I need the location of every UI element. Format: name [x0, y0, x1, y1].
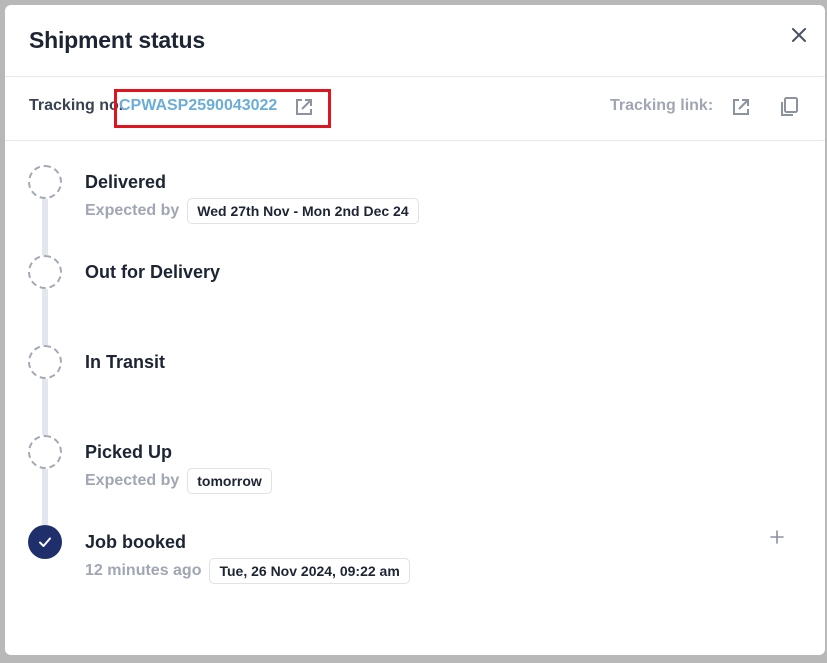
step-title: Out for Delivery: [85, 262, 221, 282]
timeline-step-in-transit: In Transit: [5, 345, 825, 435]
step-title: Picked Up: [85, 442, 173, 462]
timeline-step-job-booked: Job booked 12 minutes ago Tue, 26 Nov 20…: [5, 525, 825, 615]
timeline-connector: [42, 199, 48, 255]
tracking-number-link[interactable]: CPWASP2590043022: [119, 97, 277, 115]
step-subline: 12 minutes ago Tue, 26 Nov 2024, 09:22 a…: [85, 557, 410, 585]
external-link-icon: [296, 99, 312, 115]
pending-step-icon: [28, 345, 62, 379]
tracking-number-open-button[interactable]: [293, 96, 315, 118]
pending-step-icon: [28, 435, 62, 469]
tracking-link-open-button[interactable]: [730, 96, 752, 118]
shipment-status-modal: Shipment status Tracking no. CPWASP25900…: [5, 5, 825, 655]
step-sub-label: Expected by: [85, 472, 180, 489]
check-icon: [39, 537, 51, 547]
step-date-chip: Tue, 26 Nov 2024, 09:22 am: [209, 558, 410, 584]
close-button[interactable]: [787, 23, 811, 47]
step-date-chip: Wed 27th Nov - Mon 2nd Dec 24: [187, 198, 419, 224]
pending-step-icon: [28, 165, 62, 199]
step-subline: Expected by tomorrow: [85, 467, 272, 495]
timeline-step-picked-up: Picked Up Expected by tomorrow: [5, 435, 825, 525]
tracking-link-label: Tracking link:: [610, 97, 714, 114]
completed-step-icon: [28, 525, 62, 559]
close-icon: [792, 28, 806, 42]
add-event-button[interactable]: [767, 527, 787, 547]
step-title: Job booked: [85, 532, 187, 552]
tracking-bar: Tracking no. CPWASP2590043022 Tracking l…: [5, 77, 825, 141]
timeline-step-out-for-delivery: Out for Delivery: [5, 255, 825, 345]
step-subline: Expected by Wed 27th Nov - Mon 2nd Dec 2…: [85, 197, 419, 225]
modal-title: Shipment status: [29, 27, 205, 53]
copy-icon: [781, 97, 798, 116]
timeline-connector: [42, 469, 48, 525]
step-title: Delivered: [85, 172, 167, 192]
step-sub-label: Expected by: [85, 202, 180, 219]
modal-header: Shipment status: [5, 5, 825, 77]
external-link-icon: [733, 99, 749, 115]
timeline-connector: [42, 289, 48, 345]
timeline-step-delivered: Delivered Expected by Wed 27th Nov - Mon…: [5, 165, 825, 255]
step-sub-label: 12 minutes ago: [85, 562, 202, 579]
step-date-chip: tomorrow: [187, 468, 272, 494]
plus-icon: [770, 530, 784, 544]
pending-step-icon: [28, 255, 62, 289]
tracking-link-copy-button[interactable]: [778, 96, 800, 118]
timeline-connector: [42, 379, 48, 435]
tracking-number-label: Tracking no.: [29, 97, 124, 114]
step-title: In Transit: [85, 352, 166, 372]
